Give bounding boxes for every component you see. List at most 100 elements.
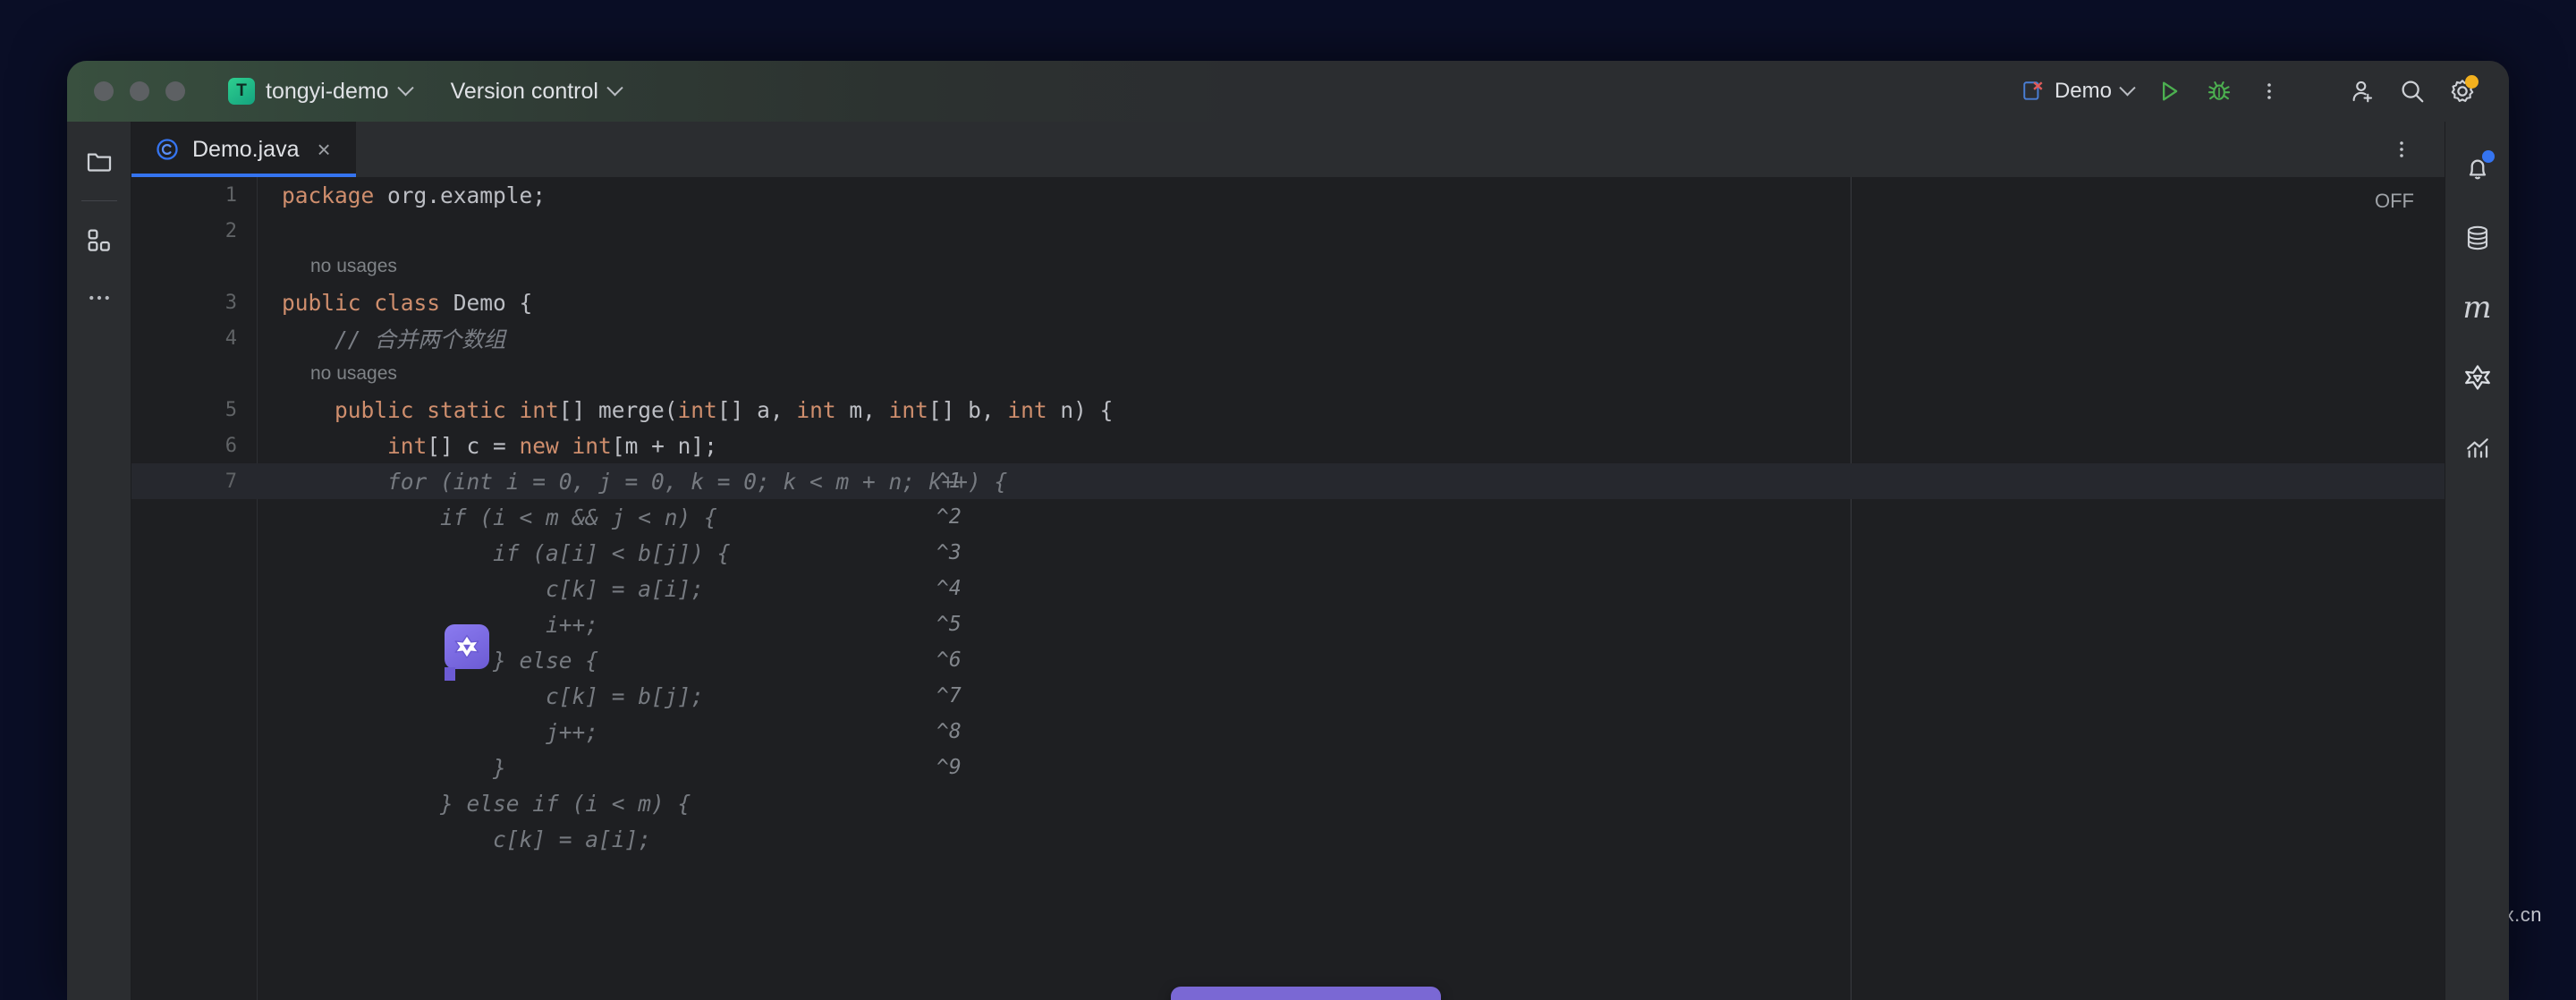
- editor-tab-bar: Demo.java ×: [131, 122, 2445, 177]
- identifier-token: Demo {: [440, 290, 532, 316]
- chevron-down-icon: [397, 80, 413, 96]
- run-configuration-selector[interactable]: Demo: [2012, 73, 2142, 109]
- suggestion-line-marker: ^7: [936, 684, 962, 708]
- code-line[interactable]: if (a[i] < b[j]) {^3: [131, 535, 2445, 571]
- line-number: 2: [131, 220, 237, 242]
- code-text: int[] c = new int[m + n];: [282, 433, 717, 459]
- code-line[interactable]: 6 int[] c = new int[m + n];: [131, 428, 2445, 463]
- sidebar-item-notifications[interactable]: [2453, 143, 2503, 193]
- code-line[interactable]: if (i < m && j < n) { ^2: [131, 499, 2445, 535]
- settings-badge: [2465, 75, 2479, 89]
- maximize-window-button[interactable]: [165, 81, 185, 101]
- line-number: 3: [131, 292, 237, 314]
- add-user-icon: [2349, 78, 2376, 105]
- sidebar-item-project[interactable]: [74, 136, 124, 186]
- search-button[interactable]: [2389, 68, 2436, 114]
- version-control-menu[interactable]: Version control: [451, 79, 621, 105]
- run-icon: [2157, 79, 2182, 104]
- ai-suggestion-text: if (i < m && j < n) {: [282, 504, 717, 530]
- tongyi-lingma-inline-badge[interactable]: [445, 624, 489, 669]
- line-number: 4: [131, 327, 237, 350]
- sidebar-item-more[interactable]: [74, 273, 124, 323]
- code-line[interactable]: }^9: [131, 750, 2445, 785]
- close-window-button[interactable]: [94, 81, 114, 101]
- usage-inlay-hint: no usages: [310, 363, 397, 385]
- sidebar-item-maven[interactable]: m: [2453, 283, 2503, 333]
- keyword-token: int: [678, 397, 717, 423]
- window-controls[interactable]: [94, 81, 185, 101]
- sidebar-item-profiler[interactable]: [2453, 422, 2503, 472]
- sidebar-item-database[interactable]: [2453, 213, 2503, 263]
- run-button[interactable]: [2146, 68, 2192, 114]
- java-class-icon: [155, 137, 180, 162]
- keyword-token: package: [282, 182, 374, 208]
- identifier-token: [] b,: [928, 397, 1008, 423]
- project-badge: T: [228, 78, 255, 105]
- tongyi-lingma-icon: [453, 632, 481, 661]
- identifier-token: m,: [836, 397, 889, 423]
- code-line[interactable]: 7 for (int i = 0, j = 0, k = 0; k < m + …: [131, 463, 2445, 499]
- identifier-token: [m + n];: [612, 433, 717, 459]
- ai-suggestion-text: j++;: [282, 719, 598, 745]
- sidebar-item-structure[interactable]: [74, 216, 124, 266]
- chart-icon: [2463, 433, 2492, 462]
- line-number: 7: [131, 470, 237, 493]
- keyword-token: new int: [520, 433, 612, 459]
- notification-badge: [2482, 150, 2495, 163]
- project-selector[interactable]: T tongyi-demo: [228, 78, 411, 105]
- debug-button[interactable]: [2196, 68, 2242, 114]
- code-line[interactable]: } else if (i < m) {: [131, 785, 2445, 821]
- code-editor[interactable]: OFF 1package org.example;2no usages3publ…: [131, 177, 2445, 1000]
- code-line[interactable]: 1package org.example;: [131, 177, 2445, 213]
- ai-suggestion-text: for (int i = 0, j = 0, k = 0; k < m + n;…: [282, 469, 1007, 495]
- ai-suggestion-text: c[k] = a[i];: [282, 576, 704, 602]
- code-text: public class Demo {: [282, 290, 532, 316]
- more-options-button[interactable]: [2246, 68, 2292, 114]
- folder-icon: [85, 147, 114, 175]
- ellipsis-icon: [86, 284, 113, 311]
- identifier-token: [282, 433, 387, 459]
- code-line[interactable]: 2: [131, 213, 2445, 249]
- settings-button[interactable]: [2439, 68, 2486, 114]
- title-bar: T tongyi-demo Version control Demo: [67, 61, 2509, 122]
- usage-inlay-hint: no usages: [310, 256, 397, 277]
- code-line[interactable]: c[k] = a[i];: [131, 821, 2445, 857]
- close-icon[interactable]: ×: [312, 134, 336, 165]
- code-line[interactable]: no usages: [131, 356, 2445, 392]
- database-icon: [2463, 224, 2492, 252]
- tab-demo-java[interactable]: Demo.java ×: [131, 122, 356, 177]
- ai-suggestion-text: } else {: [282, 648, 598, 674]
- chevron-down-icon: [2119, 80, 2135, 96]
- ide-body: Demo.java × OFF: [67, 122, 2509, 1000]
- add-user-button[interactable]: [2339, 68, 2385, 114]
- code-line[interactable]: 5 public static int[] merge(int[] a, int…: [131, 392, 2445, 428]
- tab-bar-actions: [2378, 122, 2445, 177]
- code-line[interactable]: c[k] = b[j];^7: [131, 678, 2445, 714]
- accept-suggestion-button[interactable]: Accept Suggestion: [1171, 987, 1441, 1000]
- code-line[interactable]: c[k] = a[i];^4: [131, 571, 2445, 606]
- ai-suggestion-text: c[k] = a[i];: [282, 826, 651, 852]
- code-line[interactable]: 4 // 合并两个数组: [131, 320, 2445, 356]
- keyword-token: int: [796, 397, 835, 423]
- editor-options-button[interactable]: [2378, 126, 2425, 173]
- minimize-window-button[interactable]: [130, 81, 149, 101]
- code-comment: // 合并两个数组: [282, 323, 505, 354]
- code-line[interactable]: 3 public class Demo {: [131, 284, 2445, 320]
- run-config-file-icon: [2021, 80, 2045, 103]
- code-line[interactable]: no usages: [131, 249, 2445, 284]
- identifier-token: [282, 397, 335, 423]
- suggestion-line-marker: ^2: [936, 505, 962, 529]
- sidebar-item-tongyi-lingma[interactable]: [2453, 352, 2503, 403]
- left-tool-stripe: [67, 122, 131, 1000]
- ai-suggestion-text: }: [282, 755, 506, 781]
- ide-window: T tongyi-demo Version control Demo: [67, 61, 2509, 1000]
- suggestion-line-marker: ^3: [936, 541, 962, 564]
- suggestion-line-marker: ^6: [936, 648, 962, 672]
- search-icon: [2399, 78, 2426, 105]
- code-line[interactable]: j++;^8: [131, 714, 2445, 750]
- identifier-token: org.example;: [374, 182, 546, 208]
- version-control-label: Version control: [451, 79, 598, 105]
- grid-squares-icon: [85, 226, 114, 255]
- code-lines: 1package org.example; 2 no usages 3 public c…: [131, 177, 2445, 857]
- project-name: tongyi-demo: [266, 79, 389, 105]
